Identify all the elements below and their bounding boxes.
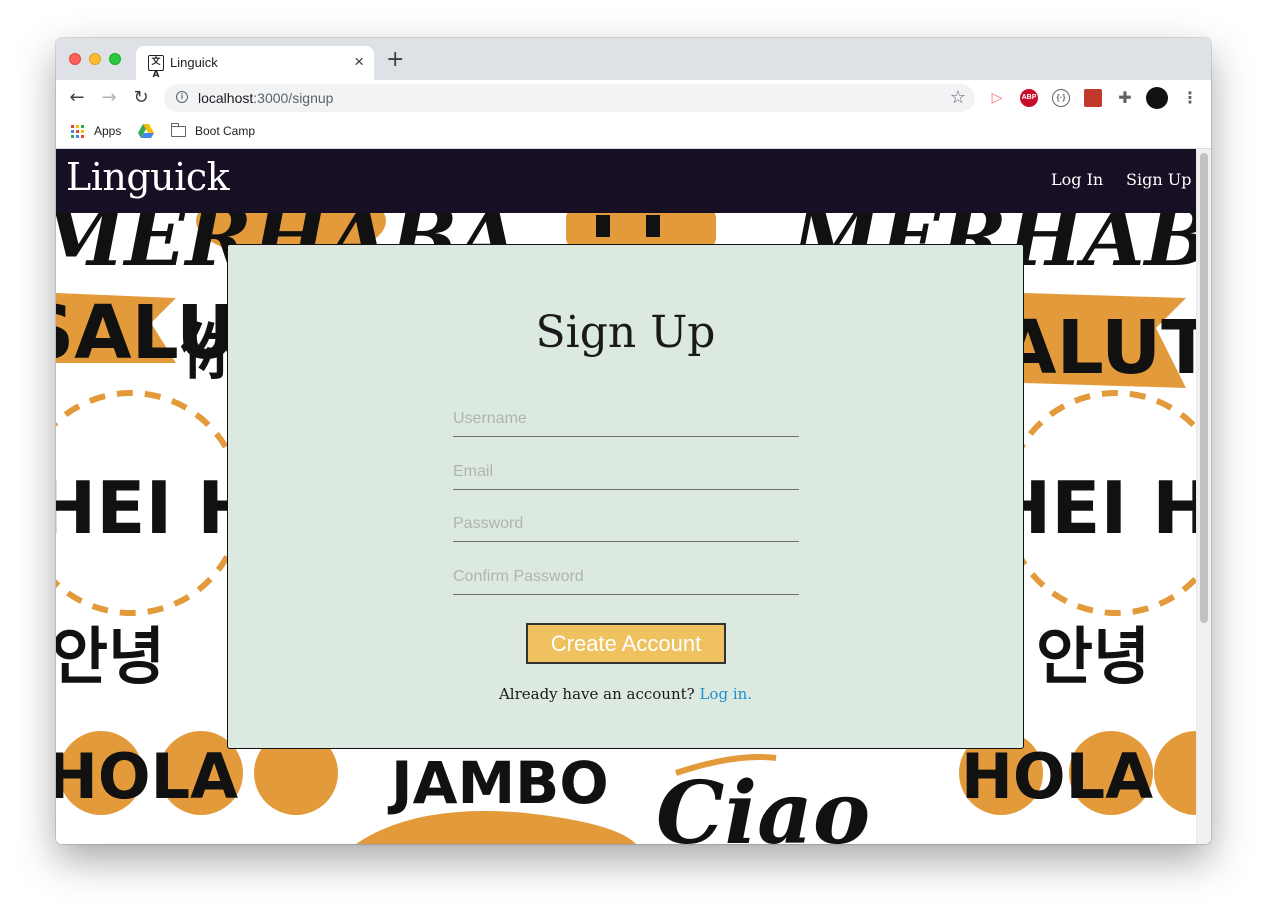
bookmark-star-icon[interactable]: ☆ xyxy=(950,87,966,108)
login-prompt-text: Already have an account? xyxy=(498,685,700,703)
close-tab-icon[interactable]: × xyxy=(354,52,364,72)
bookmarks-bar: Apps Boot Camp xyxy=(56,116,1211,149)
bookmark-boot-camp[interactable]: Boot Camp xyxy=(195,124,255,138)
bookmark-apps[interactable]: Apps xyxy=(94,124,121,138)
bg-word-annyeong-right: 안녕 xyxy=(1036,620,1150,693)
extension-red-icon[interactable] xyxy=(1084,89,1102,107)
page-title: Sign Up xyxy=(535,307,716,358)
signup-card: Sign Up Create Account Already have an a… xyxy=(227,244,1024,749)
tab-title: Linguick xyxy=(170,55,218,70)
code-icon[interactable]: {·} xyxy=(1052,89,1070,107)
scrollbar-thumb[interactable] xyxy=(1200,153,1208,623)
create-account-button[interactable]: Create Account xyxy=(526,623,726,664)
email-field[interactable] xyxy=(453,455,799,490)
username-field[interactable] xyxy=(453,402,799,437)
cast-icon[interactable]: ▷ xyxy=(988,89,1006,107)
minimize-window-button[interactable] xyxy=(89,53,101,65)
menu-icon[interactable]: ⋮ xyxy=(1182,87,1198,109)
bg-word-hola-right: HOLA xyxy=(961,740,1153,813)
forward-icon[interactable]: → xyxy=(99,88,119,108)
google-drive-icon[interactable] xyxy=(138,124,154,138)
browser-toolbar: ← → ↻ i localhost:3000/signup ☆ ▷ ABP {·… xyxy=(56,80,1211,116)
apps-grid-icon[interactable] xyxy=(71,125,84,138)
browser-window: 文A Linguick × + ← → ↻ i localhost:3000/s… xyxy=(56,38,1211,844)
url-text[interactable]: localhost:3000/signup xyxy=(198,90,333,106)
folder-icon xyxy=(171,123,186,137)
reload-icon[interactable]: ↻ xyxy=(131,88,151,108)
browser-tab[interactable]: 文A Linguick × xyxy=(136,46,374,80)
translate-favicon-icon: 文A xyxy=(148,55,164,80)
bg-word-jambo: JAMBO xyxy=(387,749,609,817)
close-window-button[interactable] xyxy=(69,53,81,65)
zoom-window-button[interactable] xyxy=(109,53,121,65)
site-navbar: Linguick Log In Sign Up xyxy=(56,149,1196,213)
password-field[interactable] xyxy=(453,507,799,542)
puzzle-icon[interactable]: ✚ xyxy=(1116,89,1134,107)
tab-strip: 文A Linguick × + xyxy=(56,38,1211,80)
profile-avatar[interactable] xyxy=(1146,87,1168,109)
login-link[interactable]: Log in. xyxy=(699,685,752,703)
address-bar[interactable]: i localhost:3000/signup ☆ xyxy=(164,84,975,112)
site-info-icon[interactable]: i xyxy=(176,91,188,103)
site-logo[interactable]: Linguick xyxy=(66,155,230,199)
login-prompt: Already have an account? Log in. xyxy=(228,685,1023,703)
url-path: :3000/signup xyxy=(253,90,334,106)
new-tab-button[interactable]: + xyxy=(386,48,404,72)
back-icon[interactable]: ← xyxy=(67,88,87,108)
adblock-plus-icon[interactable]: ABP xyxy=(1020,89,1038,107)
nav-login-link[interactable]: Log In xyxy=(1051,170,1103,189)
confirm-password-field[interactable] xyxy=(453,560,799,595)
bg-word-annyeong-left: 안녕 xyxy=(56,620,165,693)
page-viewport: Linguick Log In Sign Up Ciao ALUT SALUT … xyxy=(56,149,1196,844)
bg-word-hola-left: HOLA xyxy=(56,740,238,813)
nav-signup-link[interactable]: Sign Up xyxy=(1126,170,1191,189)
bg-word-ciao: Ciao xyxy=(656,763,870,844)
page-scrollbar[interactable] xyxy=(1196,149,1211,844)
url-host: localhost xyxy=(198,90,254,106)
